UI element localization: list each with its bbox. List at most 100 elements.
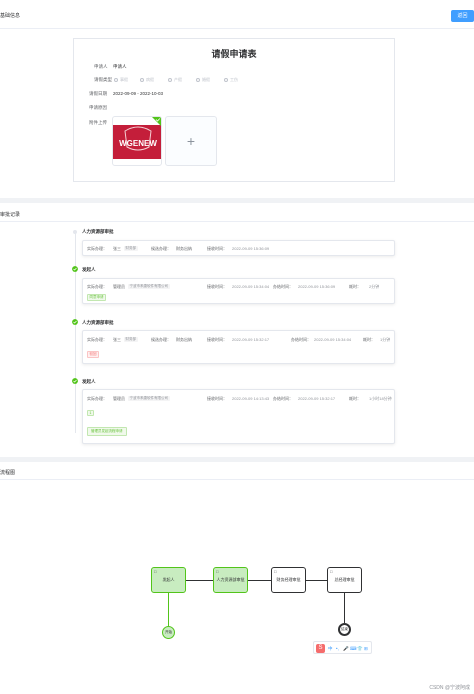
done-time: 2022-09-09 15:36:09 [298, 284, 336, 289]
record-card: 实际办理： 管理员 宁波市禾唐软件有限公司 接收时间： 2022-09-09 1… [82, 389, 395, 444]
flow-diagram-section: 流程图 发起人 □ 人力资源部审批 □ 财务经理审批 □ 总经理审批 □ 开始 结束 [0, 462, 474, 694]
cost-value: 1小时18分钟 [369, 396, 392, 401]
cost-value: 2分钟 [369, 284, 380, 289]
bpmn-end-event[interactable]: 结束 [338, 623, 351, 636]
punctuation-icon[interactable]: •, [336, 646, 339, 651]
check-circle-icon [72, 378, 78, 384]
radio-circle-icon [168, 77, 172, 82]
svg-text:WGENEW: WGENEW [119, 139, 157, 148]
leave-form: 请假申请表 申请人 申请人 请假类型 事假 病假 产假 婚假 工伤 请假日期 2… [73, 38, 395, 182]
radio-circle-icon [196, 77, 200, 82]
comment-tag: 1 [87, 410, 94, 416]
recv-label: 接收时间： [207, 396, 227, 401]
done-time: 2022-09-09 15:34:04 [314, 337, 352, 342]
divider [0, 28, 474, 29]
section-title-diagram: 流程图 [0, 470, 16, 476]
node-title: 人力资源部审批 [82, 320, 114, 325]
back-button[interactable]: 返回 [451, 10, 474, 22]
watermark: CSDN @宁波阿成 [429, 685, 470, 691]
record-card: 实际办理： 张三 财务部 候选办理： 财务出纳 接收时间： 2022-09-09… [82, 330, 395, 364]
recv-time: 2022-09-09 14:13:43 [232, 396, 270, 401]
reason-label: 申请原因 [89, 105, 107, 110]
bpmn-start-event[interactable]: 开始 [162, 626, 175, 639]
comment-tag: 同意申请 [87, 294, 106, 301]
flow-arrow [248, 580, 271, 581]
record-card: 实际办理： 张三 财务部 候选办理： 财务出纳 接收时间： 2022-09-09… [82, 240, 395, 256]
candidate-label: 候选办理： [151, 337, 171, 342]
check-circle-icon [72, 319, 78, 325]
radio-leave-type-1[interactable]: 事假 [114, 77, 128, 83]
done-label: 办结时间： [273, 396, 293, 401]
recv-label: 接收时间： [207, 246, 227, 251]
handler-value: 张三 [113, 337, 121, 342]
section-title-basic: 基础信息 [0, 13, 21, 19]
user-task-icon: □ [330, 569, 333, 574]
bpmn-task-gm[interactable]: 总经理审批 □ [327, 567, 362, 593]
attachment-label: 附件上传 [89, 120, 107, 125]
section-title-records: 审批记录 [0, 212, 21, 218]
bpmn-task-finance[interactable]: 财务经理审批 □ [271, 567, 306, 593]
recv-label: 接收时间： [207, 337, 227, 342]
applicant-label: 申请人 [94, 64, 108, 69]
skin-icon[interactable]: 👕 [357, 646, 363, 652]
cost-label: 耗时： [363, 337, 375, 342]
dept-tag: 宁波市禾唐软件有限公司 [128, 284, 170, 289]
comment-tag: 驳回 [87, 351, 99, 358]
bpmn-task-initiator[interactable]: 发起人 □ [151, 567, 186, 593]
user-task-icon: □ [216, 569, 219, 574]
approval-records-section: 审批记录 人力资源部审批 实际办理： 张三 财务部 候选办理： 财务出纳 接收时… [0, 203, 474, 457]
radio-circle-icon [224, 77, 228, 82]
recv-time: 2022-09-09 15:34:04 [232, 284, 270, 289]
divider [0, 479, 474, 480]
handler-label: 实际办理： [87, 396, 107, 401]
divider [0, 221, 474, 222]
timeline-line [75, 233, 76, 433]
node-title: 人力资源部审批 [82, 229, 114, 234]
candidate-label: 候选办理： [151, 246, 171, 251]
chinese-mode-icon[interactable]: 中 [328, 646, 333, 652]
handler-value: 管理员 [113, 396, 125, 401]
check-circle-icon [72, 266, 78, 272]
flow-arrow [186, 580, 213, 581]
radio-circle-icon [140, 77, 144, 82]
radio-leave-type-3[interactable]: 产假 [168, 77, 182, 83]
timeline-dot-pending [73, 230, 77, 234]
flow-arrow [306, 580, 327, 581]
applicant-value: 申请人 [113, 64, 127, 69]
recv-time: 2022-09-09 15:36:09 [232, 246, 270, 251]
upload-add-button[interactable]: + [165, 116, 217, 166]
date-value: 2022-09-09 - 2022-10-03 [113, 91, 164, 96]
radio-leave-type-2[interactable]: 病假 [140, 77, 154, 83]
plus-icon: + [186, 133, 196, 149]
attachment-thumbnail[interactable]: WGENEW [112, 116, 162, 166]
keyboard-icon[interactable]: ⌨ [350, 646, 357, 652]
date-label: 请假日期 [89, 91, 107, 96]
upload-success-badge-icon [152, 117, 161, 126]
node-title: 发起人 [82, 267, 96, 272]
node-title: 发起人 [82, 379, 96, 384]
done-label: 办结时间： [291, 337, 311, 342]
flow-arrow [344, 593, 345, 623]
recv-label: 接收时间： [207, 284, 227, 289]
form-title: 请假申请表 [211, 49, 257, 59]
dept-tag: 宁波市禾唐软件有限公司 [128, 396, 170, 401]
user-task-icon: □ [154, 569, 157, 574]
ime-toolbar[interactable]: S 中 •, 🎤 ⌨ 👕 ⊞ [313, 641, 372, 654]
leave-type-label: 请假类型 [94, 77, 112, 82]
bpmn-task-hr[interactable]: 人力资源部审批 □ [213, 567, 248, 593]
handler-value: 张三 [113, 246, 121, 251]
record-card: 实际办理： 管理员 宁波市禾唐软件有限公司 接收时间： 2022-09-09 1… [82, 278, 395, 304]
radio-leave-type-4[interactable]: 婚假 [196, 77, 210, 83]
grid-menu-icon[interactable]: ⊞ [364, 646, 368, 652]
note-tag: 管理员发起流程申请 [87, 427, 127, 436]
microphone-icon[interactable]: 🎤 [343, 646, 349, 652]
handler-label: 实际办理： [87, 337, 107, 342]
dept-tag: 财务部 [124, 337, 138, 342]
radio-leave-type-5[interactable]: 工伤 [224, 77, 238, 83]
cost-label: 耗时： [349, 284, 361, 289]
candidate-value: 财务出纳 [176, 246, 192, 251]
radio-circle-icon [114, 77, 118, 82]
cost-value: 1分钟 [380, 337, 391, 342]
done-time: 2022-09-09 15:32:17 [298, 396, 336, 401]
cost-label: 耗时： [349, 396, 361, 401]
